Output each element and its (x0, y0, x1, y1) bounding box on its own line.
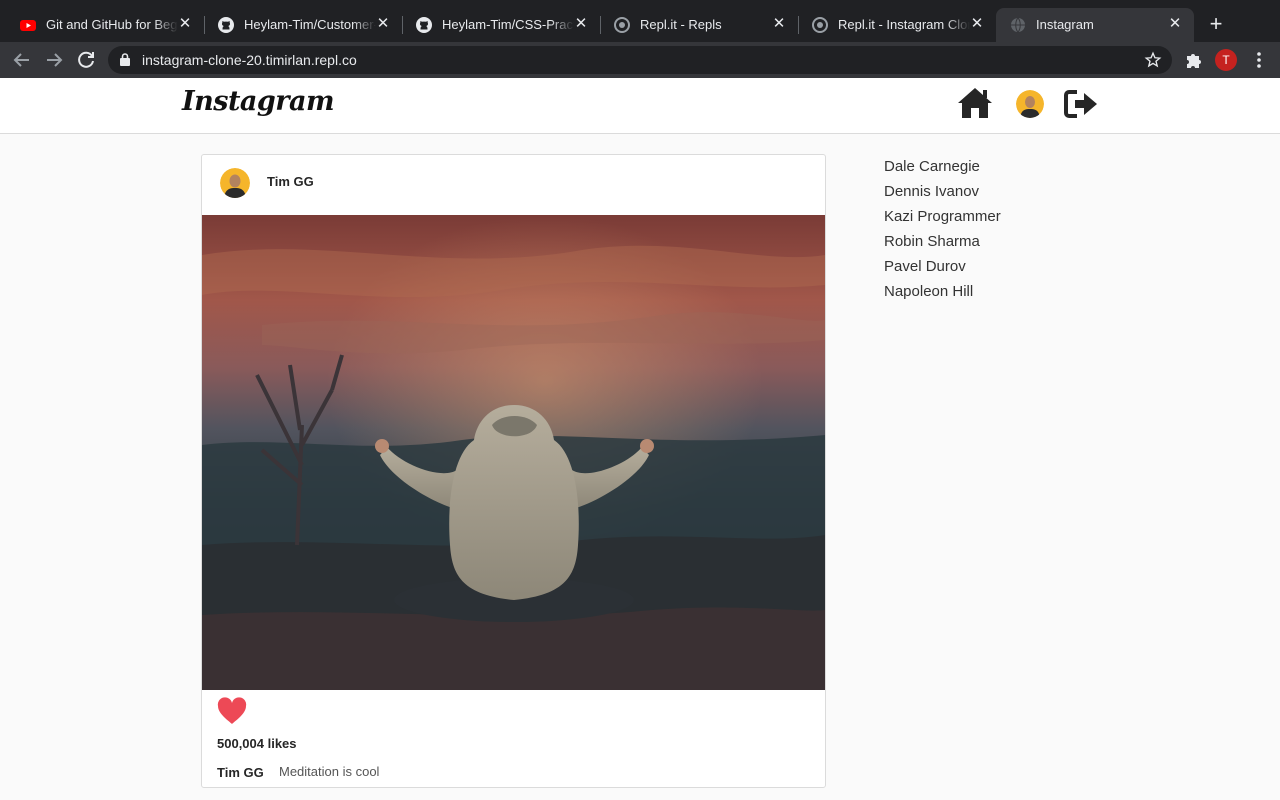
site-header: Instagram (0, 78, 1280, 134)
browser-tab-github-css[interactable]: Heylam-Tim/CSS-Practice ✕ (402, 8, 601, 42)
browser-tab-instagram[interactable]: Instagram ✕ (996, 8, 1194, 42)
tab-title: Heylam-Tim/CSS-Practice (442, 17, 574, 32)
browser-toolbar: instagram-clone-20.timirlan.repl.co T (0, 42, 1280, 78)
browser-tab-bar: Git and GitHub for Beginners ✕ Heylam-Ti… (0, 0, 1280, 42)
avatar[interactable] (1016, 90, 1044, 118)
suggestion-item[interactable]: Robin Sharma (884, 232, 1124, 257)
more-menu-icon[interactable] (1247, 48, 1271, 72)
close-tab-icon[interactable]: ✕ (770, 15, 788, 33)
reload-icon[interactable] (74, 48, 98, 72)
replit-icon (812, 17, 828, 33)
profile-avatar-icon (1016, 90, 1044, 118)
caption-username[interactable]: Tim GG (217, 765, 264, 780)
caption-text: Meditation is cool (279, 764, 380, 779)
tab-title: Instagram (1036, 17, 1094, 32)
post-username[interactable]: Tim GG (267, 174, 314, 189)
youtube-icon (20, 20, 36, 31)
close-tab-icon[interactable]: ✕ (176, 15, 194, 33)
suggestion-item[interactable]: Dennis Ivanov (884, 182, 1124, 207)
heart-like-icon[interactable] (217, 697, 247, 725)
bookmark-star-icon[interactable] (1144, 51, 1162, 69)
address-bar[interactable]: instagram-clone-20.timirlan.repl.co (108, 46, 1172, 74)
github-icon (218, 17, 234, 33)
back-arrow-icon[interactable] (10, 48, 34, 72)
extensions-puzzle-icon[interactable] (1182, 48, 1206, 72)
post-photo[interactable] (202, 215, 825, 690)
tab-title: Repl.it - Repls (640, 17, 722, 32)
browser-tab-replit-repls[interactable]: Repl.it - Repls ✕ (600, 8, 799, 42)
tab-title: Repl.it - Instagram Clone (838, 17, 970, 32)
suggestion-item[interactable]: Pavel Durov (884, 257, 1124, 282)
close-tab-icon[interactable]: ✕ (374, 15, 392, 33)
home-icon[interactable] (957, 87, 993, 119)
browser-tab-github-customer[interactable]: Heylam-Tim/Customer-Manager ✕ (204, 8, 403, 42)
likes-count: 500,004 likes (217, 736, 297, 751)
tab-title: Git and GitHub for Beginners (46, 17, 178, 32)
new-tab-button[interactable]: + (1204, 13, 1228, 37)
suggestion-item[interactable]: Napoleon Hill (884, 282, 1124, 307)
browser-tab-replit-instagram[interactable]: Repl.it - Instagram Clone ✕ (798, 8, 996, 42)
replit-icon (614, 17, 630, 33)
profile-avatar-icon (220, 168, 250, 198)
forward-arrow-icon[interactable] (42, 48, 66, 72)
post-card: Tim GG 500,004 likes Tim GG Meditation i… (201, 154, 826, 788)
lock-icon (120, 53, 130, 66)
avatar[interactable] (220, 168, 250, 198)
suggestion-item[interactable]: Dale Carnegie (884, 157, 1124, 182)
close-tab-icon[interactable]: ✕ (572, 15, 590, 33)
browser-tab-youtube[interactable]: Git and GitHub for Beginners ✕ (6, 8, 205, 42)
url-text: instagram-clone-20.timirlan.repl.co (142, 52, 357, 68)
close-tab-icon[interactable]: ✕ (1166, 15, 1184, 33)
instagram-logo[interactable]: Instagram (182, 86, 335, 117)
suggestions-list: Dale Carnegie Dennis Ivanov Kazi Program… (884, 157, 1124, 307)
close-tab-icon[interactable]: ✕ (968, 15, 986, 33)
globe-icon (1011, 17, 1025, 33)
tab-title: Heylam-Tim/Customer-Manager (244, 17, 376, 32)
post-header: Tim GG (202, 155, 825, 215)
sign-out-icon[interactable] (1064, 89, 1098, 119)
github-icon (416, 17, 432, 33)
suggestion-item[interactable]: Kazi Programmer (884, 207, 1124, 232)
browser-profile-avatar[interactable]: T (1215, 49, 1237, 71)
